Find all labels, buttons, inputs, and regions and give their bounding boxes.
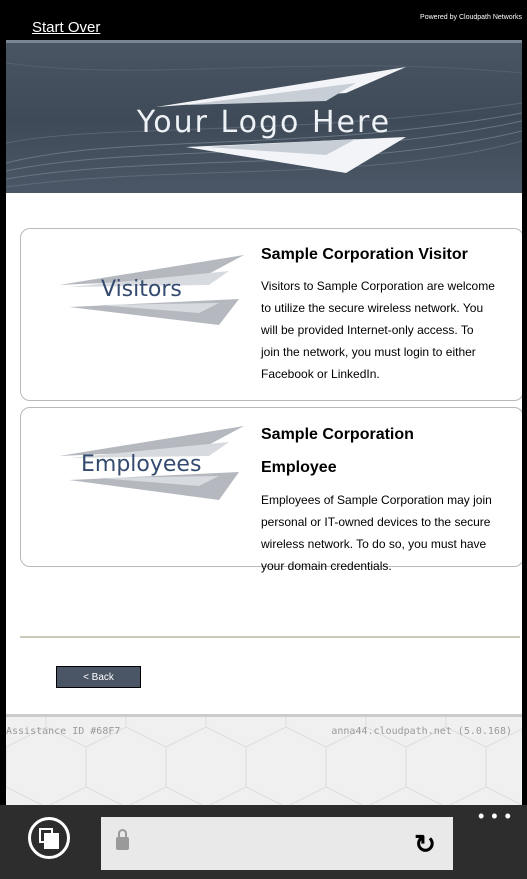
- employee-card-title-line1: Sample Corporation: [261, 426, 414, 443]
- visitor-desc-line: join the network, you must login to eith…: [261, 345, 476, 359]
- powered-by-text: Powered by Cloudpath Networks: [420, 14, 522, 21]
- employee-desc-line: wireless network. To do so, you must hav…: [261, 537, 487, 551]
- server-version: anna44.cloudpath.net (5.0.168): [331, 726, 512, 737]
- employee-desc-line: Employees of Sample Corporation may join: [261, 493, 492, 507]
- tabs-icon-front-square: [44, 833, 59, 849]
- window-border-left: [0, 0, 6, 879]
- visitor-card-title: Sample Corporation Visitor: [261, 246, 468, 263]
- visitors-thumbnail: Visitors: [21, 229, 251, 400]
- employee-card-description: Employees of Sample Corporation may join…: [261, 489, 523, 577]
- employee-desc-line: your domain credentials.: [261, 559, 392, 573]
- assistance-id: Assistance ID #68F7: [6, 726, 121, 737]
- refresh-icon[interactable]: ↻: [413, 831, 437, 857]
- visitors-swoosh-icon: [59, 255, 244, 325]
- more-menu-icon[interactable]: • • •: [478, 806, 512, 827]
- visitors-thumb-label: Visitors: [101, 277, 182, 302]
- employees-thumbnail: Employees: [21, 408, 251, 566]
- visitor-desc-line: to utilize the secure wireless network. …: [261, 301, 484, 315]
- tabs-icon[interactable]: [28, 817, 70, 859]
- visitor-desc-line: Visitors to Sample Corporation are welco…: [261, 279, 495, 293]
- footer: Assistance ID #68F7 anna44.cloudpath.net…: [6, 714, 522, 805]
- visitor-desc-line: Facebook or LinkedIn.: [261, 367, 380, 381]
- visitor-card-description: Visitors to Sample Corporation are welco…: [261, 275, 523, 385]
- employee-desc-line: personal or IT-owned devices to the secu…: [261, 515, 491, 529]
- visitor-option-card[interactable]: Visitors Sample Corporation Visitor Visi…: [20, 228, 524, 401]
- portal-page: Start Over Powered by Cloudpath Networks…: [0, 0, 527, 879]
- top-bar: Start Over Powered by Cloudpath Networks: [0, 0, 527, 43]
- employees-thumb-label: Employees: [81, 452, 202, 477]
- visitor-desc-line: will be provided Internet-only access. T…: [261, 323, 474, 337]
- back-button[interactable]: < Back: [56, 666, 141, 688]
- employee-option-card[interactable]: Employees Sample Corporation Employee Em…: [20, 407, 524, 573]
- window-border-right: [522, 0, 527, 879]
- employee-card-title-line2: Employee: [261, 459, 337, 476]
- start-over-link[interactable]: Start Over: [32, 19, 100, 36]
- logo-text: Your Logo Here: [136, 105, 392, 140]
- logo-banner: Your Logo Here: [6, 43, 522, 193]
- lock-icon: [116, 837, 129, 850]
- address-bar[interactable]: [101, 817, 453, 870]
- section-divider: [20, 636, 520, 638]
